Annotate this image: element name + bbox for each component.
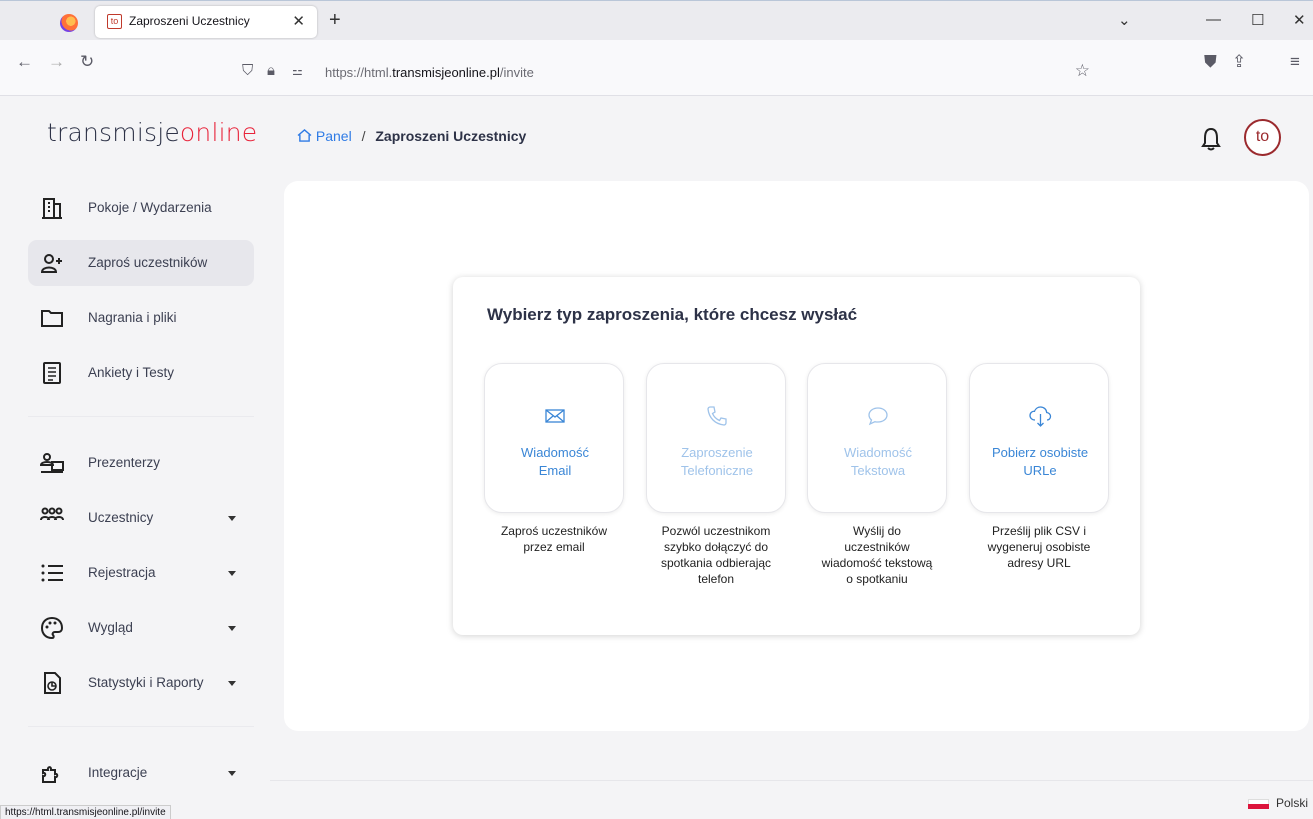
sidebar-item-label: Wygląd — [88, 620, 133, 635]
sidebar-divider — [28, 416, 254, 417]
bookmark-star-icon[interactable]: ☆ — [1075, 61, 1090, 81]
users-group-icon — [40, 507, 64, 521]
sidebar-item-appearance[interactable]: Wygląd — [28, 605, 254, 651]
invite-option-label: Pobierz osobiste URLe — [991, 445, 1089, 478]
invite-card-title: Wybierz typ zaproszenia, które chcesz wy… — [487, 305, 858, 324]
user-plus-icon — [40, 254, 62, 273]
app-root: transmisjeonline Panel / Zaproszeni Ucze… — [0, 96, 1313, 819]
folder-icon — [41, 310, 63, 327]
invite-option-description: Prześlij plik CSV i wygeneruj osobiste ad… — [987, 524, 1091, 570]
sidebar-item-label: Uczestnicy — [88, 510, 154, 525]
minimize-icon[interactable]: — — [1206, 11, 1221, 28]
url-text[interactable]: https://html.transmisjeonline.pl/invite — [325, 65, 534, 80]
browser-tab[interactable]: to Zaproszeni Uczestnicy ✕ — [95, 6, 317, 38]
permissions-icon[interactable]: ⚍ — [292, 64, 303, 78]
sidebar-item-label: Prezenterzy — [88, 455, 161, 470]
main-panel: Wybierz typ zaproszenia, które chcesz wy… — [284, 181, 1309, 731]
avatar[interactable]: to — [1244, 119, 1281, 156]
chevron-down-icon — [228, 771, 236, 776]
chevron-down-icon — [228, 571, 236, 576]
notification-bell-icon[interactable] — [1200, 126, 1222, 152]
palette-icon — [40, 616, 64, 640]
sidebar-item-label: Integracje — [88, 765, 148, 780]
presenter-icon — [40, 453, 64, 473]
browser-tabbar: to Zaproszeni Uczestnicy ✕ + ⌄ — ☐ ✕ — [0, 0, 1313, 40]
breadcrumb-separator: / — [361, 128, 366, 144]
firefox-logo-icon — [60, 14, 78, 32]
puzzle-icon — [42, 766, 59, 783]
sidebar-item-invite[interactable]: Zaproś uczestników — [28, 240, 254, 286]
menu-icon[interactable]: ≡ — [1290, 52, 1300, 72]
cloud-download-icon — [1029, 406, 1052, 427]
share-icon[interactable]: ⇪ — [1232, 52, 1246, 72]
invite-option-description: Zaproś uczestników przez email — [500, 524, 608, 554]
home-icon — [297, 129, 312, 142]
url-bar[interactable]: ⛉ 🔒︎ ⚍ https://html.transmisjeonline.pl/… — [232, 57, 1102, 87]
sidebar-item-presenters[interactable]: Prezenterzy — [28, 440, 254, 486]
status-bar-url: https://html.transmisjeonline.pl/invite — [0, 805, 171, 819]
invite-urls-button[interactable]: Pobierz osobiste URLe — [969, 363, 1109, 513]
tab-close-icon[interactable]: ✕ — [292, 12, 305, 30]
sidebar-divider — [28, 726, 254, 727]
sidebar-item-statistics[interactable]: Statystyki i Raporty — [28, 660, 254, 706]
sidebar-item-surveys[interactable]: Ankiety i Testy — [28, 350, 254, 396]
phone-icon — [707, 406, 727, 426]
invite-option-label: Wiadomość Tekstowa — [844, 445, 912, 478]
browser-navbar: ← → ↻ ⛉ 🔒︎ ⚍ https://html.transmisjeonli… — [0, 40, 1313, 96]
sidebar-item-participants[interactable]: Uczestnicy — [28, 495, 254, 541]
report-icon — [44, 672, 61, 694]
breadcrumb-home-link[interactable]: Panel — [297, 128, 356, 144]
forward-icon[interactable]: → — [48, 52, 65, 72]
tab-title: Zaproszeni Uczestnicy — [129, 14, 250, 28]
sidebar-item-label: Zaproś uczestników — [88, 255, 208, 270]
breadcrumb-current: Zaproszeni Uczestnicy — [375, 128, 527, 144]
chat-bubble-icon — [868, 407, 888, 426]
sidebar-item-registration[interactable]: Rejestracja — [28, 550, 254, 596]
back-icon[interactable]: ← — [16, 52, 33, 72]
sidebar-item-rooms[interactable]: Pokoje / Wydarzenia — [28, 185, 254, 231]
invite-option-label: Wiadomość Email — [521, 445, 589, 478]
invite-email-button[interactable]: Wiadomość Email — [484, 363, 624, 513]
sidebar-item-label: Ankiety i Testy — [88, 365, 175, 380]
sidebar-item-label: Rejestracja — [88, 565, 156, 580]
list-document-icon — [43, 362, 61, 384]
invite-phone-button[interactable]: Zaproszenie Telefoniczne — [646, 363, 786, 513]
language-label: Polski — [1276, 796, 1309, 810]
pocket-icon[interactable]: ⛊ — [1204, 52, 1217, 72]
building-icon — [42, 198, 62, 219]
invite-type-card: Wybierz typ zaproszenia, które chcesz wy… — [453, 277, 1140, 635]
breadcrumb: Panel / Zaproszeni Uczestnicy — [297, 128, 526, 144]
lock-icon[interactable]: 🔒︎ — [267, 62, 275, 79]
invite-option-label: Zaproszenie Telefoniczne — [680, 445, 754, 478]
close-window-icon[interactable]: ✕ — [1293, 11, 1306, 29]
sidebar-item-label: Pokoje / Wydarzenia — [88, 200, 212, 215]
chevron-down-icon — [228, 516, 236, 521]
invite-sms-button[interactable]: Wiadomość Tekstowa — [807, 363, 947, 513]
chevron-down-icon — [228, 626, 236, 631]
tracking-shield-icon[interactable]: ⛉ — [242, 62, 253, 79]
mail-icon — [545, 409, 565, 423]
sidebar-item-label: Nagrania i pliki — [88, 310, 177, 325]
invite-option-description: Wyślij do uczestników wiadomość tekstową o… — [821, 524, 933, 586]
invite-option-description: Pozwól uczestnikom szybko dołączyć do spo… — [660, 524, 772, 586]
tab-list-chevron-icon[interactable]: ⌄ — [1118, 11, 1131, 29]
poland-flag-icon — [1248, 799, 1269, 809]
sidebar: Pokoje / Wydarzenia Zaproś uczestników N… — [0, 180, 270, 819]
sidebar-item-label: Statystyki i Raporty — [88, 675, 204, 690]
new-tab-icon[interactable]: + — [329, 9, 341, 32]
tab-favicon-icon: to — [107, 14, 122, 29]
sidebar-item-recordings[interactable]: Nagrania i pliki — [28, 295, 254, 341]
reload-icon[interactable]: ↻ — [80, 52, 94, 72]
list-icon — [41, 564, 63, 582]
app-logo[interactable]: transmisjeonline — [47, 118, 257, 147]
maximize-icon[interactable]: ☐ — [1251, 11, 1264, 29]
chevron-down-icon — [228, 681, 236, 686]
sidebar-item-integrations[interactable]: Integracje — [28, 750, 254, 796]
footer-divider — [270, 780, 1313, 781]
